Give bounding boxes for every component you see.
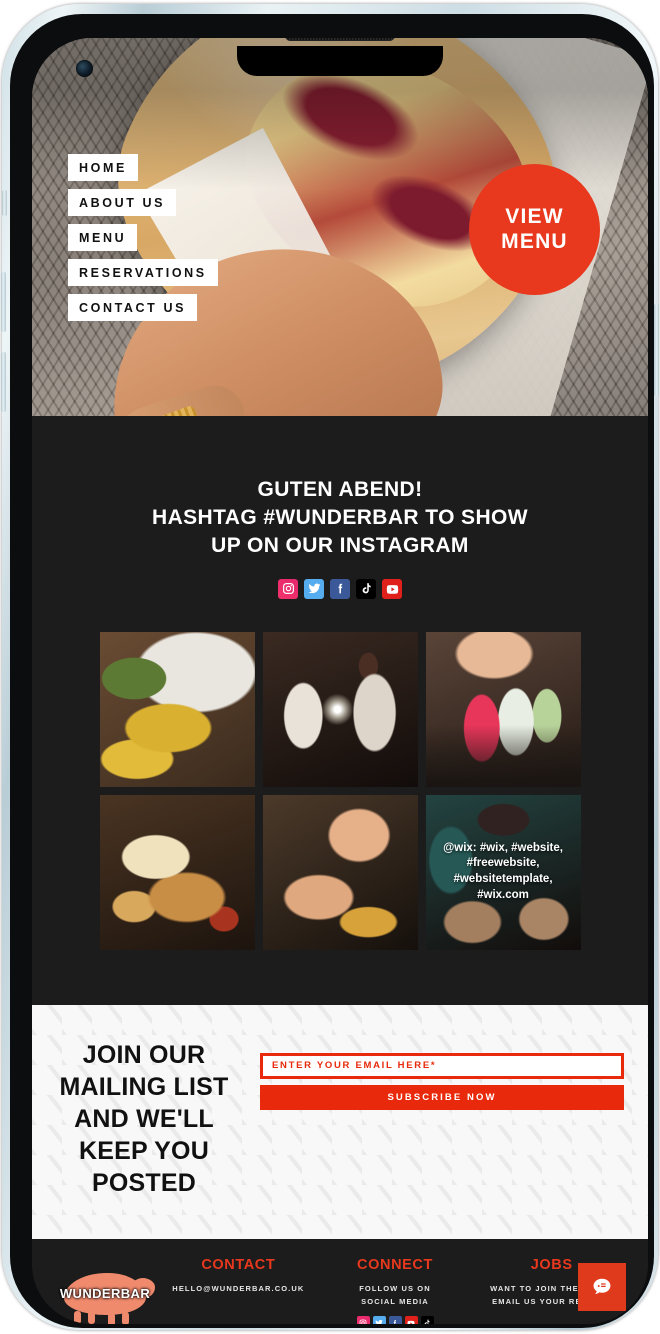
footer-tiktok-icon[interactable] bbox=[420, 1316, 434, 1324]
footer-social-links bbox=[317, 1316, 474, 1324]
photo-dj-hands[interactable] bbox=[262, 794, 418, 950]
feed-heading-line1: GUTEN ABEND! bbox=[257, 478, 423, 501]
phone-frame: HOME ABOUT US MENU RESERVATIONS CONTACT … bbox=[1, 4, 659, 1330]
nav-home[interactable]: HOME bbox=[68, 154, 138, 181]
nav-menu[interactable]: MENU bbox=[68, 224, 138, 251]
feed-heading-line2: HASHTAG #WUNDERBAR TO SHOW bbox=[152, 505, 528, 529]
volume-down-button[interactable] bbox=[1, 352, 6, 412]
nav-reservations[interactable]: RESERVATIONS bbox=[68, 259, 218, 286]
footer-instagram-icon[interactable] bbox=[356, 1316, 370, 1324]
silent-switch[interactable] bbox=[2, 190, 7, 216]
site-footer: WUNDERBAR CONTACT HELLO@WUNDERBAR.CO.UK … bbox=[32, 1238, 648, 1324]
twitter-icon[interactable] bbox=[304, 578, 324, 599]
instagram-feed-section: GUTEN ABEND! HASHTAG #WUNDERBAR TO SHOW … bbox=[32, 416, 648, 950]
nav-about-us[interactable]: ABOUT US bbox=[68, 189, 177, 216]
view-menu-line1: VIEW bbox=[505, 205, 564, 229]
footer-logo-text: WUNDERBAR bbox=[59, 1285, 151, 1301]
photo-chips-platter[interactable] bbox=[99, 794, 255, 950]
feed-heading: GUTEN ABEND! HASHTAG #WUNDERBAR TO SHOW … bbox=[32, 476, 648, 560]
email-input[interactable] bbox=[260, 1052, 624, 1079]
social-links bbox=[32, 578, 648, 599]
phone-bezel: HOME ABOUT US MENU RESERVATIONS CONTACT … bbox=[10, 14, 654, 1328]
website-page: HOME ABOUT US MENU RESERVATIONS CONTACT … bbox=[32, 38, 648, 1324]
footer-youtube-icon[interactable] bbox=[404, 1316, 418, 1324]
volume-up-button[interactable] bbox=[1, 272, 6, 332]
hero-section: HOME ABOUT US MENU RESERVATIONS CONTACT … bbox=[32, 38, 648, 416]
instagram-icon[interactable] bbox=[278, 578, 298, 599]
view-menu-label: VIEW MENU bbox=[501, 205, 568, 254]
footer-contact-heading: CONTACT bbox=[201, 1256, 276, 1273]
tiktok-icon[interactable] bbox=[356, 578, 376, 599]
chat-bubble-icon bbox=[593, 1278, 611, 1294]
footer-connect-heading: CONNECT bbox=[357, 1256, 433, 1273]
instagram-photo-grid: @wix: #wix, #website, #freewebsite, #web… bbox=[99, 631, 581, 950]
front-camera-icon bbox=[76, 60, 93, 77]
view-menu-line2: MENU bbox=[501, 229, 568, 253]
mailing-list-heading: JOIN OUR MAILING LIST AND WE'LL KEEP YOU… bbox=[59, 1040, 229, 1197]
nav-contact-us[interactable]: CONTACT US bbox=[68, 294, 198, 321]
footer-twitter-icon[interactable] bbox=[372, 1316, 386, 1324]
chat-widget-button[interactable] bbox=[578, 1262, 626, 1311]
photo-sparkler-celebration[interactable] bbox=[262, 631, 418, 787]
youtube-icon[interactable] bbox=[382, 578, 402, 599]
facebook-icon[interactable] bbox=[330, 578, 350, 599]
footer-connect-text: FOLLOW US ON SOCIAL MEDIA bbox=[359, 1283, 431, 1306]
photo-grilled-wrap-salad[interactable] bbox=[99, 631, 255, 787]
footer-contact-email[interactable]: HELLO@WUNDERBAR.CO.UK bbox=[160, 1282, 317, 1295]
mailing-list-form: SUBSCRIBE NOW bbox=[260, 1039, 648, 1110]
feed-heading-line3: UP ON OUR INSTAGRAM bbox=[211, 533, 469, 557]
footer-connect-column: CONNECT FOLLOW US ON SOCIAL MEDIA bbox=[317, 1257, 474, 1324]
mailing-list-section: JOIN OUR MAILING LIST AND WE'LL KEEP YOU… bbox=[32, 1005, 648, 1239]
footer-facebook-icon[interactable] bbox=[388, 1316, 402, 1324]
phone-screen: HOME ABOUT US MENU RESERVATIONS CONTACT … bbox=[32, 38, 648, 1324]
screenshot-stage: HOME ABOUT US MENU RESERVATIONS CONTACT … bbox=[0, 0, 660, 1334]
footer-columns: WUNDERBAR CONTACT HELLO@WUNDERBAR.CO.UK … bbox=[32, 1257, 648, 1324]
photo-restaurant-interior[interactable]: @wix: #wix, #website, #freewebsite, #web… bbox=[425, 794, 581, 950]
earpiece-speaker bbox=[285, 38, 395, 41]
power-button[interactable] bbox=[654, 304, 659, 396]
footer-contact-column: CONTACT HELLO@WUNDERBAR.CO.UK bbox=[160, 1257, 317, 1295]
view-menu-button[interactable]: VIEW MENU bbox=[469, 164, 600, 295]
phone-notch bbox=[237, 38, 443, 76]
main-navigation: HOME ABOUT US MENU RESERVATIONS CONTACT … bbox=[68, 154, 218, 329]
photo-caption-overlay: @wix: #wix, #website, #freewebsite, #web… bbox=[425, 794, 581, 950]
photo-cocktails[interactable] bbox=[425, 631, 581, 787]
footer-logo[interactable]: WUNDERBAR bbox=[50, 1269, 160, 1324]
subscribe-button[interactable]: SUBSCRIBE NOW bbox=[260, 1084, 624, 1110]
